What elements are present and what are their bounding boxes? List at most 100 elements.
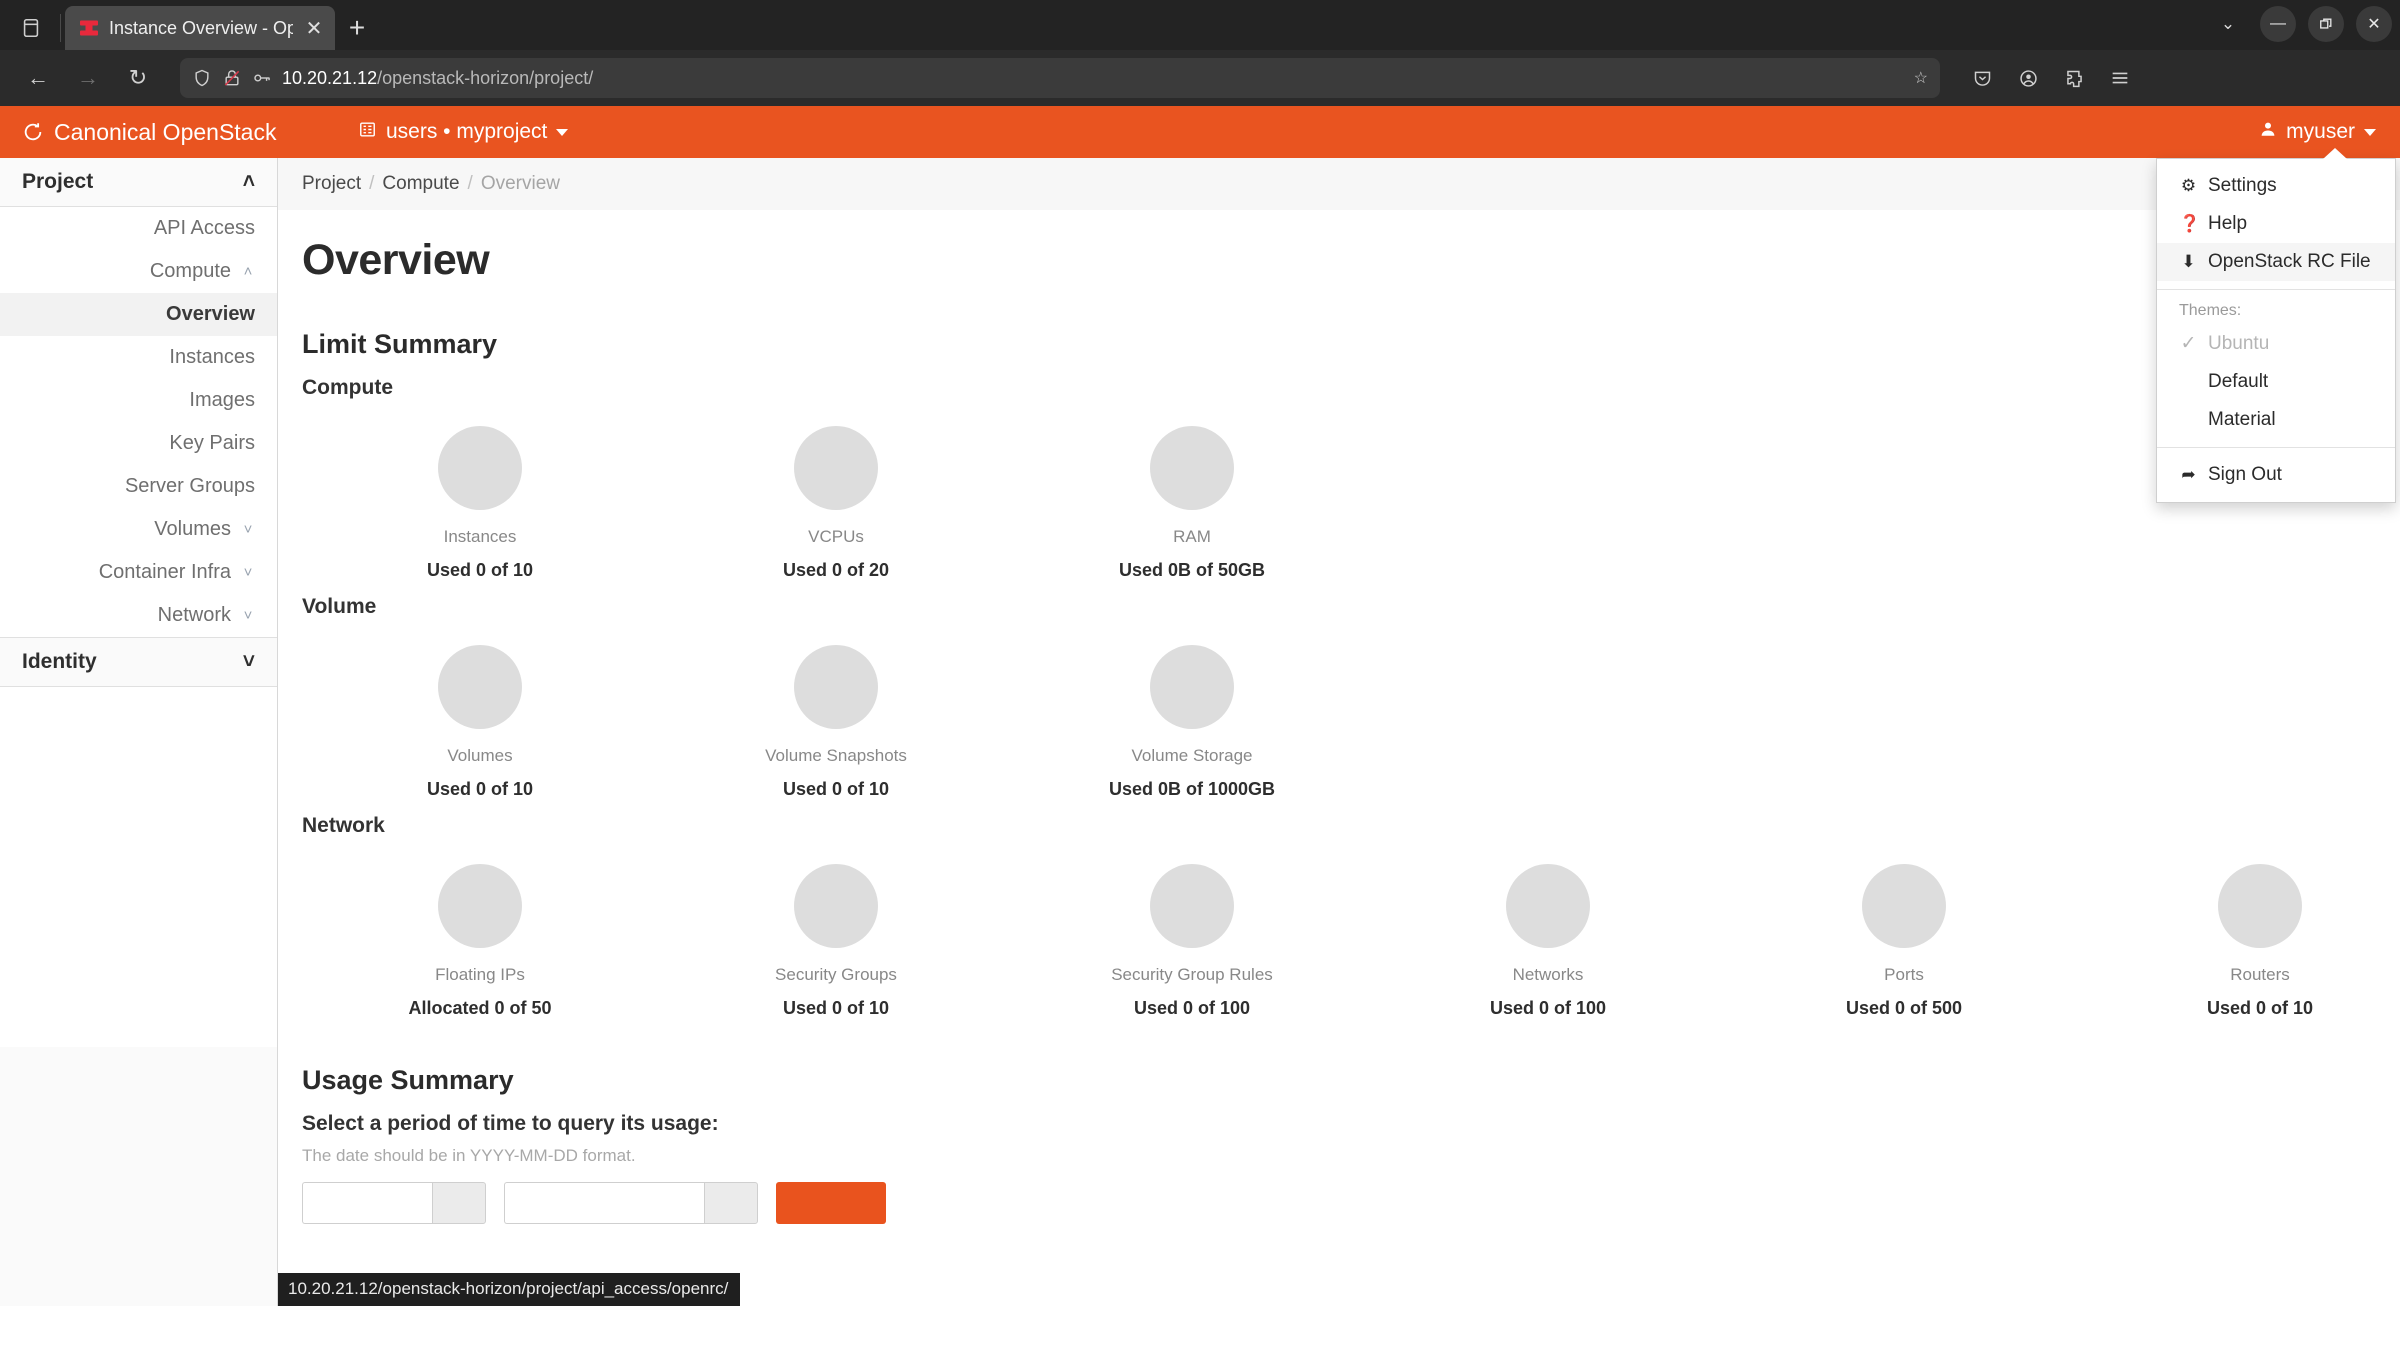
lock-broken-icon[interactable] [222,68,242,88]
breadcrumb: Project / Compute / Overview [278,158,2400,210]
help-icon: ❓ [2179,214,2201,233]
date-to-input[interactable] [504,1182,704,1224]
brand[interactable]: Canonical OpenStack [0,119,278,146]
sidebar: Project ˄ API Access Compute ˄ Overview … [0,158,278,1306]
quota-card-floating-ips[interactable]: Floating IPs Allocated 0 of 50 [302,842,658,1019]
window-close-button[interactable]: ✕ [2356,6,2392,42]
url-text[interactable]: 10.20.21.12/openstack-horizon/project/ [282,68,1904,89]
user-dropdown-menu: ⚙ Settings ❓ Help ⬇ OpenStack RC File Th… [2156,148,2396,503]
limit-group-compute-title: Compute [302,376,393,399]
sidebar-item-overview[interactable]: Overview [0,293,277,336]
theme-item-ubuntu[interactable]: ✓ Ubuntu [2157,324,2395,363]
user-menu-button[interactable]: myuser [2235,106,2400,158]
quota-card-networks[interactable]: Networks Used 0 of 100 [1370,842,1726,1019]
check-icon: ✓ [2180,333,2197,354]
breadcrumb-item-compute[interactable]: Compute [382,173,459,195]
donut-chart-icon [1150,645,1234,729]
main-content: Project / Compute / Overview Overview Li… [278,158,2400,1306]
chevron-down-icon [2364,128,2376,136]
openstack-favicon-icon [79,18,99,38]
forward-button: → [77,65,99,90]
sidebar-item-network[interactable]: Network ˅ [0,594,277,637]
sidebar-item-label: Container Infra [98,561,231,583]
calendar-icon[interactable] [704,1182,758,1224]
reload-button[interactable]: ↻ [116,56,160,100]
chevron-down-icon: ˅ [243,521,253,538]
bookmark-star-icon[interactable]: ☆ [1914,68,1928,88]
donut-chart-icon [1506,864,1590,948]
window-minimize-button[interactable]: — [2260,6,2296,42]
project-switcher[interactable]: users • myproject [358,120,569,145]
shield-icon[interactable] [192,68,212,88]
quota-label: Volumes [447,746,513,765]
quota-card-volumes[interactable]: Volumes Used 0 of 10 [302,623,658,800]
quota-label: Floating IPs [435,965,525,984]
menu-item-help[interactable]: ❓ Help [2157,205,2395,243]
quota-value: Used 0B of 1000GB [1108,779,1276,799]
browser-tab[interactable]: Instance Overview - Open ✕ [65,6,335,50]
browser-toolbar: ← → ↻ 10.20.21.12/openstack-horizon/proj… [0,50,2400,106]
theme-item-material-label: Material [2208,409,2276,430]
sidebar-group-project[interactable]: Project ˄ [0,158,277,207]
theme-item-default[interactable]: Default [2157,363,2395,401]
body-row: Project ˄ API Access Compute ˄ Overview … [0,158,2400,1306]
key-icon[interactable] [252,68,272,88]
quota-value: Used 0 of 20 [782,560,890,580]
sidebar-item-images[interactable]: Images [0,379,277,422]
menu-item-settings[interactable]: ⚙ Settings [2157,167,2395,205]
tab-strip: Instance Overview - Open ✕ + ⌄ — ✕ [0,0,2400,50]
quota-card-routers[interactable]: Routers Used 0 of 10 [2082,842,2400,1019]
chevron-down-icon: ˅ [242,650,255,673]
donut-chart-icon [794,864,878,948]
firefox-view-icon[interactable] [6,6,56,50]
usage-summary-title: Usage Summary [302,1065,514,1095]
quota-card-vcpus[interactable]: VCPUs Used 0 of 20 [658,404,1014,581]
sidebar-item-volumes[interactable]: Volumes ˅ [0,508,277,551]
quota-card-ram[interactable]: RAM Used 0B of 50GB [1014,404,1370,581]
theme-item-material[interactable]: Material [2157,401,2395,439]
extensions-icon[interactable] [2052,56,2096,100]
quota-value: Used 0 of 10 [2206,998,2314,1018]
date-from-input[interactable] [302,1182,432,1224]
quota-card-security-group-rules[interactable]: Security Group Rules Used 0 of 100 [1014,842,1370,1019]
quota-card-volume-snapshots[interactable]: Volume Snapshots Used 0 of 10 [658,623,1014,800]
sidebar-group-identity[interactable]: Identity ˅ [0,637,277,687]
menu-item-sign-out[interactable]: ➦ Sign Out [2157,456,2395,494]
sidebar-item-container-infra[interactable]: Container Infra ˅ [0,551,277,594]
tab-list-chevron-icon[interactable]: ⌄ [2208,14,2248,34]
date-from-group [302,1182,486,1224]
breadcrumb-item-project[interactable]: Project [302,173,361,195]
donut-chart-icon [438,426,522,510]
quota-value: Used 0 of 100 [1133,998,1251,1018]
app-menu-icon[interactable] [2098,56,2142,100]
sidebar-item-compute[interactable]: Compute ˄ [0,250,277,293]
quota-value: Used 0B of 50GB [1118,560,1266,580]
url-bar[interactable]: 10.20.21.12/openstack-horizon/project/ ☆ [180,58,1940,98]
calendar-icon[interactable] [432,1182,486,1224]
user-icon [2259,120,2277,144]
new-tab-button[interactable]: + [335,6,379,50]
window-maximize-button[interactable] [2308,6,2344,42]
quota-label: Volume Storage [1131,746,1253,765]
quota-card-instances[interactable]: Instances Used 0 of 10 [302,404,658,581]
sidebar-item-server-groups[interactable]: Server Groups [0,465,277,508]
pocket-icon[interactable] [1960,56,2004,100]
back-button[interactable]: ← [16,56,60,100]
breadcrumb-separator: / [369,173,375,194]
quota-card-security-groups[interactable]: Security Groups Used 0 of 10 [658,842,1014,1019]
quota-row-volume: Volumes Used 0 of 10 Volume Snapshots Us… [302,623,2376,800]
menu-item-openstack-rc-file[interactable]: ⬇ OpenStack RC File [2157,243,2395,281]
tab-close-icon[interactable]: ✕ [303,16,325,41]
sidebar-item-key-pairs[interactable]: Key Pairs [0,422,277,465]
quota-card-volume-storage[interactable]: Volume Storage Used 0B of 1000GB [1014,623,1370,800]
submit-button[interactable] [776,1182,886,1224]
sidebar-item-instances[interactable]: Instances [0,336,277,379]
quota-card-ports[interactable]: Ports Used 0 of 500 [1726,842,2082,1019]
donut-chart-icon [1150,426,1234,510]
donut-chart-icon [438,645,522,729]
sign-out-icon: ➦ [2181,465,2196,484]
sidebar-item-api-access[interactable]: API Access [0,207,277,250]
quota-label: RAM [1173,527,1211,546]
account-icon[interactable] [2006,56,2050,100]
quota-value: Used 0 of 10 [426,560,534,580]
